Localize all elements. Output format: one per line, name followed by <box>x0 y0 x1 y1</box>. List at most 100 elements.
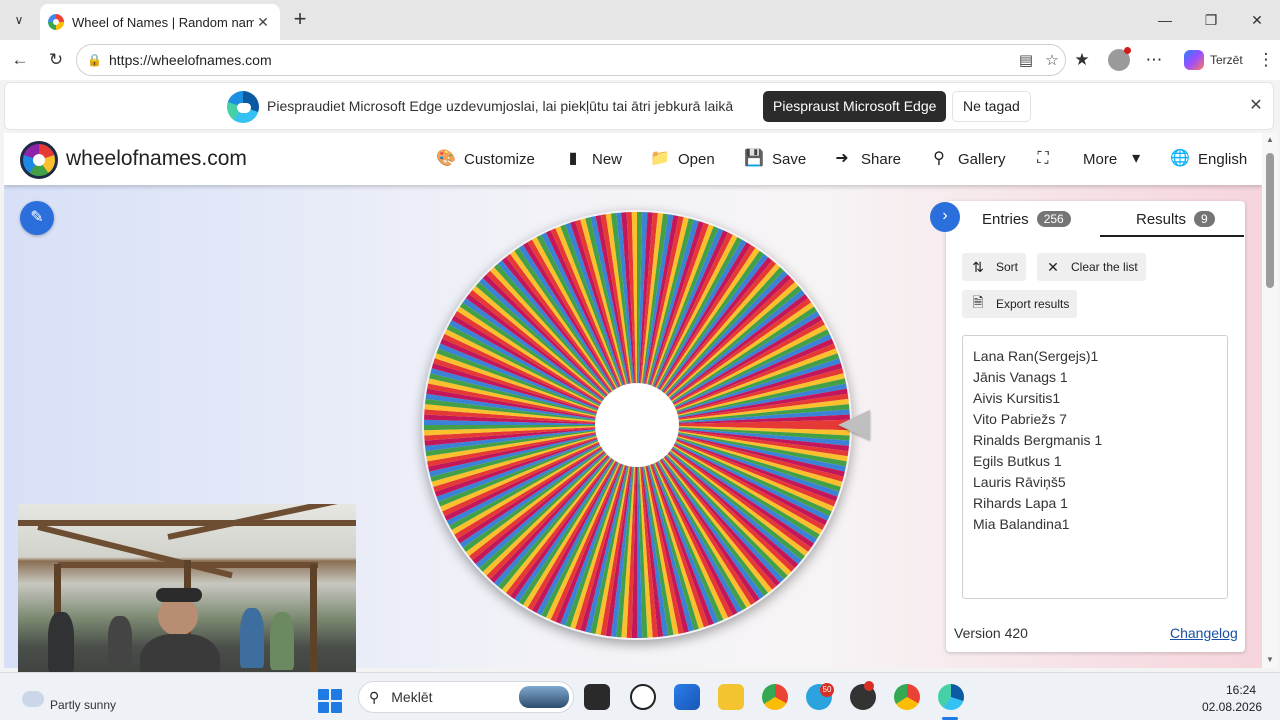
search-label: Meklēt <box>391 689 433 705</box>
page-scrollbar[interactable]: ▲ ▼ <box>1262 133 1278 668</box>
refresh-icon[interactable]: ↻ <box>44 48 68 72</box>
nav-new[interactable]: ▮ New <box>564 133 622 185</box>
nav-open[interactable]: 📁 Open <box>650 133 715 185</box>
scroll-down-icon[interactable]: ▼ <box>1266 655 1274 664</box>
fullscreen-button[interactable]: ⛶ <box>1034 133 1052 185</box>
profile-notification-dot <box>1124 47 1131 54</box>
back-arrow-icon[interactable]: ← <box>8 48 32 72</box>
file-explorer-icon[interactable] <box>718 684 744 710</box>
chatgpt-app-icon[interactable] <box>630 684 656 710</box>
weather-text[interactable]: Partly sunny <box>50 698 116 712</box>
result-entry: Aivis Kursitis1 <box>973 390 1061 406</box>
audience-person <box>48 612 74 672</box>
copilot-button[interactable]: Terzēt <box>1176 46 1251 74</box>
sort-label: Sort <box>996 260 1019 274</box>
edge-logo-icon <box>227 91 259 123</box>
scroll-up-icon[interactable]: ▲ <box>1266 135 1274 144</box>
tab-list-chevron-icon[interactable]: ∨ <box>6 8 32 32</box>
nav-share-label: Share <box>861 150 902 168</box>
file-icon: ▮ <box>568 150 578 167</box>
roof-beam <box>18 520 356 526</box>
minimize-window-icon[interactable]: — <box>1150 8 1180 32</box>
windows-start-icon[interactable] <box>318 689 342 713</box>
tab-entries-label: Entries <box>982 210 1029 228</box>
result-entry: Lana Ran(Sergejs)1 <box>973 348 1099 364</box>
save-icon: 💾 <box>744 150 764 167</box>
pin-edge-button[interactable]: Piespraust Microsoft Edge <box>763 91 947 122</box>
site-name[interactable]: wheelofnames.com <box>66 147 247 171</box>
tab-results-label: Results <box>1136 210 1187 228</box>
nav-language[interactable]: 🌐 English <box>1170 133 1247 185</box>
clear-list-label: Clear the list <box>1071 260 1138 274</box>
wheel-pointer-icon <box>838 410 870 440</box>
partly-sunny-icon[interactable] <box>22 691 44 707</box>
favorite-star-icon[interactable]: ☆ <box>1039 51 1065 69</box>
browser-tab[interactable]: Wheel of Names | Random name pi ✕ <box>40 4 280 40</box>
audience-person <box>108 616 132 666</box>
task-view-icon[interactable] <box>584 684 610 710</box>
taskbar-search[interactable]: ⚲ Meklēt <box>358 681 574 713</box>
new-tab-plus-icon[interactable]: + <box>288 8 312 32</box>
clear-list-button[interactable]: ✕ Clear the list <box>1037 253 1146 281</box>
search-highlight-image <box>519 686 569 708</box>
sidebar-more-icon[interactable]: ⋮ <box>1254 48 1278 72</box>
results-count-badge: 9 <box>1194 211 1215 227</box>
palette-icon: 🎨 <box>436 150 456 167</box>
webcam-video-overlay <box>18 504 356 694</box>
nav-save-label: Save <box>772 150 807 168</box>
nav-more[interactable]: More ▾ <box>1083 133 1145 185</box>
site-header: wheelofnames.com 🎨 Customize ▮ New 📁 Ope… <box>4 133 1262 185</box>
clock-date[interactable]: 02.08.2026 <box>1202 700 1262 714</box>
pin-edge-notification: Piespraudiet Microsoft Edge uzdevumjosla… <box>4 82 1274 130</box>
tab-results[interactable]: Results 9 <box>1136 201 1215 237</box>
chrome-profile-icon[interactable] <box>894 684 920 710</box>
tab-close-icon[interactable]: ✕ <box>254 14 272 31</box>
export-file-icon: 🗎 <box>972 294 984 310</box>
site-logo-icon[interactable] <box>20 141 58 179</box>
fullscreen-icon: ⛶ <box>1037 150 1049 167</box>
store-app-icon[interactable] <box>674 684 700 710</box>
address-bar[interactable]: 🔒 https://wheelofnames.com ▤ ☆ <box>76 44 1066 76</box>
edge-app-icon[interactable] <box>938 684 964 710</box>
changelog-link[interactable]: Changelog <box>1170 625 1238 641</box>
scroll-thumb[interactable] <box>1266 153 1274 288</box>
edit-pencil-button[interactable]: ✎ <box>20 201 54 235</box>
chrome-app-icon[interactable] <box>762 684 788 710</box>
nav-new-label: New <box>592 150 623 168</box>
result-entry: Lauris Rāviņš5 <box>973 474 1066 490</box>
nav-customize[interactable]: 🎨 Customize <box>436 133 535 185</box>
favorites-list-icon[interactable]: ★ <box>1070 48 1094 72</box>
caret-down-icon: ▾ <box>1132 150 1141 167</box>
clock-time[interactable]: 16:24 <box>1226 683 1256 697</box>
obs-recording-dot <box>864 681 874 691</box>
copilot-label: Terzēt <box>1210 53 1243 67</box>
browser-tab-strip: ∨ Wheel of Names | Random name pi ✕ + — … <box>0 0 1280 40</box>
url-text[interactable]: https://wheelofnames.com <box>109 52 1013 68</box>
close-notification-icon[interactable]: ✕ <box>1245 95 1267 117</box>
wheel-graphic[interactable] <box>422 210 852 640</box>
notification-message: Piespraudiet Microsoft Edge uzdevumjosla… <box>267 98 734 114</box>
lock-icon[interactable]: 🔒 <box>87 53 102 67</box>
not-now-button[interactable]: Ne tagad <box>952 91 1031 122</box>
wheel-center-hub[interactable] <box>595 383 679 467</box>
close-window-icon[interactable]: ✕ <box>1242 8 1272 32</box>
wheel-favicon-icon <box>48 14 64 30</box>
nav-gallery[interactable]: ⚲ Gallery <box>930 133 1005 185</box>
nav-save[interactable]: 💾 Save <box>744 133 806 185</box>
restore-window-icon[interactable]: ❐ <box>1196 8 1226 32</box>
tab-entries[interactable]: Entries 256 <box>982 201 1071 237</box>
results-textarea[interactable]: Lana Ran(Sergejs)1 Jānis Vanags 1 Aivis Ku… <box>962 335 1228 599</box>
reading-view-icon[interactable]: ▤ <box>1013 51 1039 69</box>
audience-person <box>240 608 264 668</box>
name-wheel[interactable] <box>422 210 852 640</box>
sort-button[interactable]: ⇅ Sort <box>962 253 1027 281</box>
search-icon: ⚲ <box>369 688 380 705</box>
version-label: Version 420 <box>954 625 1028 641</box>
export-results-button[interactable]: 🗎 Export results <box>962 290 1078 318</box>
collapse-panel-chevron-icon[interactable]: › <box>930 202 960 232</box>
result-entry: Jānis Vanags 1 <box>973 369 1068 385</box>
nav-share[interactable]: ➜ Share <box>833 133 901 185</box>
more-options-icon[interactable]: ⋯ <box>1142 48 1166 72</box>
nav-customize-label: Customize <box>464 150 535 168</box>
nav-more-label: More <box>1083 150 1118 168</box>
